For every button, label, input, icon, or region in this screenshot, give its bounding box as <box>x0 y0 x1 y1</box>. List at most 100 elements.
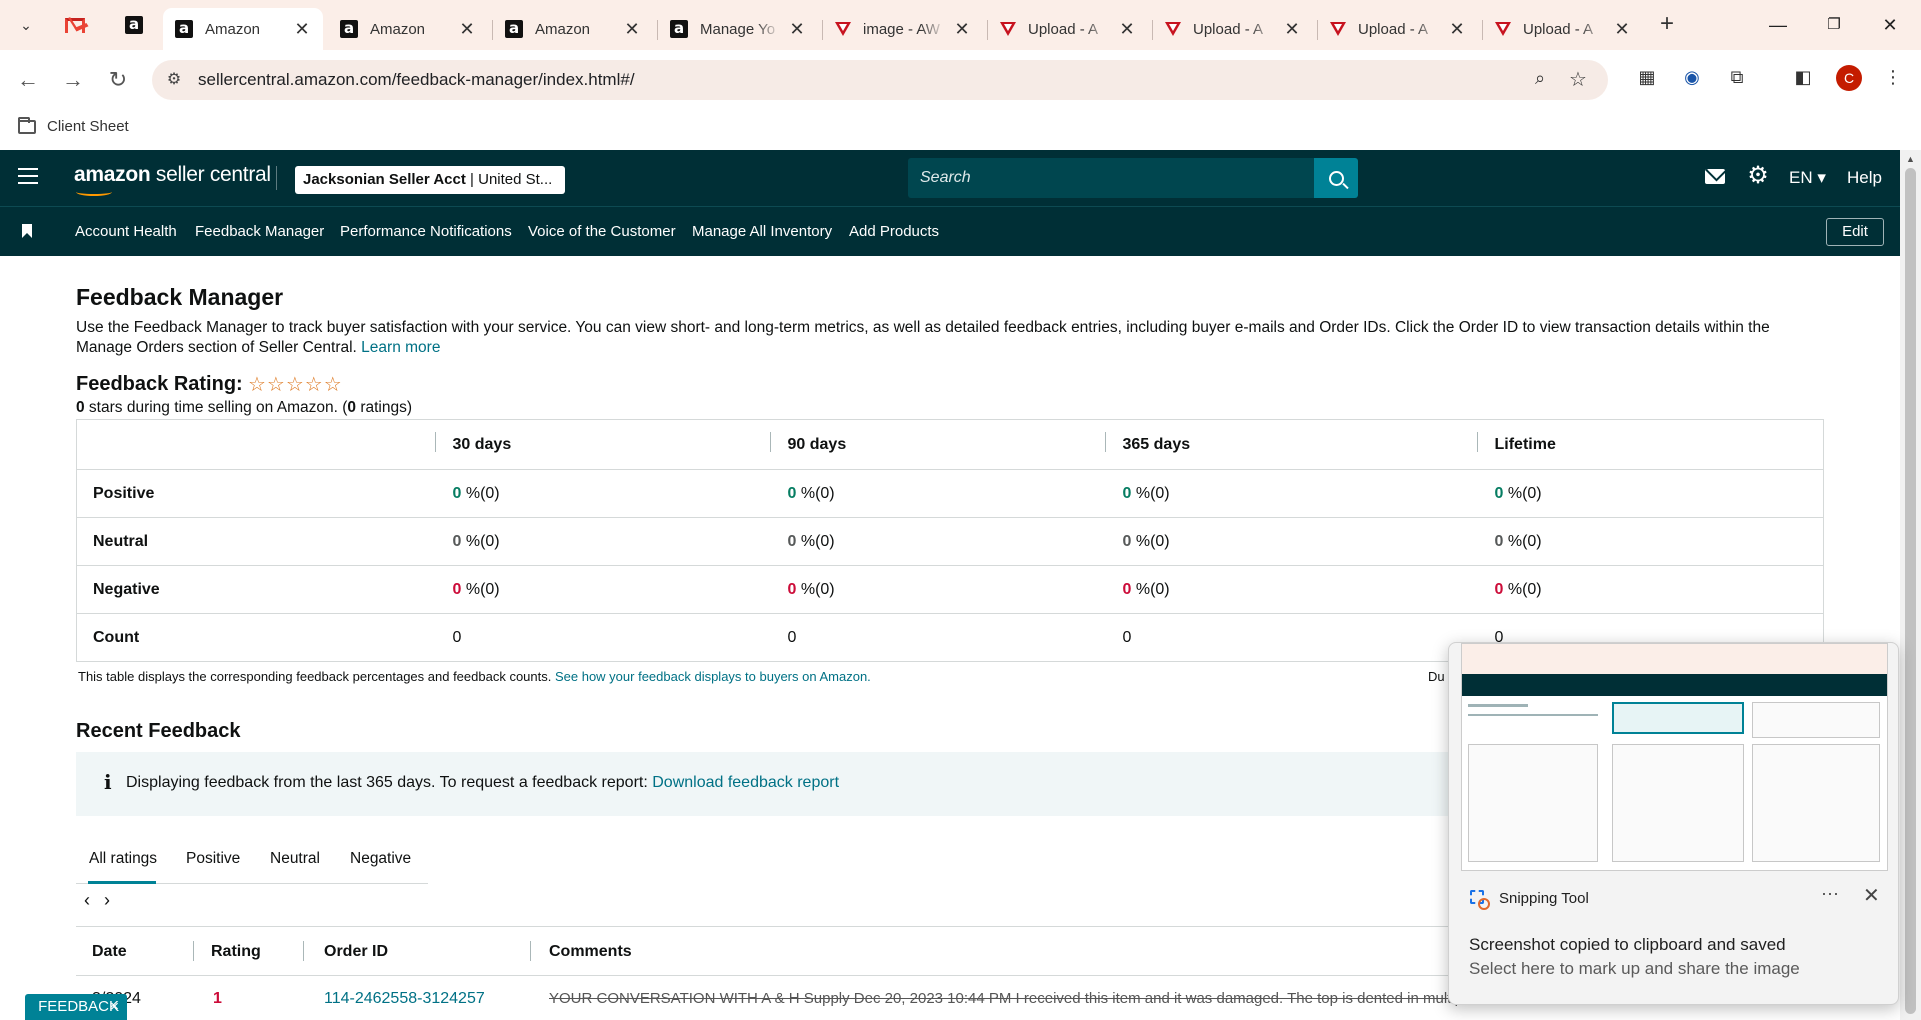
search-button[interactable] <box>1314 158 1358 198</box>
tab-image-aws[interactable]: image - AW ✕ <box>823 8 983 50</box>
close-icon[interactable]: ✕ <box>788 19 806 40</box>
tab-negative[interactable]: Negative <box>350 850 411 868</box>
bookmark-icon[interactable] <box>22 224 32 238</box>
zoom-icon[interactable]: ⌕ <box>1528 68 1552 92</box>
bookmark-client-sheet[interactable]: Client Sheet <box>18 116 129 135</box>
nav-manage-all-inventory[interactable]: Manage All Inventory <box>692 223 832 240</box>
pinned-tab-gmail[interactable] <box>61 11 89 39</box>
scroll-up-arrow-icon[interactable]: ▲ <box>1906 154 1915 164</box>
help-link[interactable]: Help <box>1847 168 1882 188</box>
bookmarks-bar: Client Sheet <box>0 110 1921 150</box>
tab-positive[interactable]: Positive <box>186 850 240 868</box>
url-text[interactable]: sellercentral.amazon.com/feedback-manage… <box>198 70 635 90</box>
feedback-label: FEEDBACK <box>38 998 119 1015</box>
qr-code-icon[interactable]: ▦ <box>1634 64 1660 90</box>
account-switcher[interactable]: Jacksonian Seller Acct | United St... <box>295 166 565 194</box>
back-button[interactable]: ← <box>14 66 42 94</box>
reload-button[interactable]: ↻ <box>104 66 132 94</box>
count-value: 0 <box>787 628 797 646</box>
due-text: Du <box>1428 669 1445 684</box>
tab-upload[interactable]: Upload - A ✕ <box>988 8 1148 50</box>
site-info-icon[interactable]: ⚙ <box>164 70 184 90</box>
tab-amazon[interactable]: a Amazon ✕ <box>493 8 653 50</box>
star-rating-icon: ☆☆☆☆☆ <box>248 374 343 396</box>
tab-search-button[interactable]: ⌄ <box>14 13 38 37</box>
hamburger-menu-icon[interactable] <box>18 168 38 184</box>
tab-upload[interactable]: Upload - A ✕ <box>1483 8 1643 50</box>
feedback-display-link[interactable]: See how your feedback displays to buyers… <box>555 669 871 684</box>
restore-button[interactable]: ❐ <box>1814 10 1854 40</box>
tab-all-ratings[interactable]: All ratings <box>89 850 157 868</box>
pagination: ‹ › <box>84 890 124 911</box>
page-scrollbar[interactable]: ▲ <box>1900 150 1921 1020</box>
side-panel-icon[interactable]: ◧ <box>1790 64 1816 90</box>
tab-upload[interactable]: Upload - A ✕ <box>1318 8 1478 50</box>
amazon-icon: a <box>175 20 193 38</box>
folder-icon <box>18 116 36 134</box>
close-icon[interactable]: ✕ <box>1613 19 1631 40</box>
menu-kebab-icon[interactable]: ⋮ <box>1880 64 1906 90</box>
tab-neutral[interactable]: Neutral <box>270 850 320 868</box>
percent-suffix: %(0) <box>796 532 835 550</box>
close-icon[interactable]: ✕ <box>1283 19 1301 40</box>
nav-performance-notifications[interactable]: Performance Notifications <box>340 223 512 240</box>
nav-feedback-manager[interactable]: Feedback Manager <box>195 223 324 240</box>
snipping-tool-icon <box>1469 889 1490 910</box>
tab-upload[interactable]: Upload - A ✕ <box>1153 8 1313 50</box>
close-icon[interactable]: ✕ <box>458 19 476 40</box>
language-selector[interactable]: EN ▾ <box>1789 168 1826 188</box>
minimize-button[interactable]: — <box>1758 10 1798 40</box>
profile-avatar[interactable]: C <box>1836 65 1862 91</box>
extensions-puzzle-icon[interactable]: ⧉ <box>1724 64 1750 90</box>
row-label: Neutral <box>93 532 149 550</box>
column-header-comments[interactable]: Comments <box>549 943 632 961</box>
close-icon[interactable]: ✕ <box>1448 19 1466 40</box>
table-row-negative: Negative 0 %(0) 0 %(0) 0 %(0) 0 %(0) <box>76 565 1824 614</box>
close-icon[interactable]: ✕ <box>1863 883 1880 908</box>
column-header-rating[interactable]: Rating <box>211 943 261 961</box>
table-cell: 0 %(0) <box>1105 518 1477 566</box>
extension-icon[interactable]: ◉ <box>1679 64 1705 90</box>
tab-amazon-active[interactable]: a Amazon ✕ <box>163 8 323 50</box>
mail-icon[interactable] <box>1705 169 1725 184</box>
table-header-row: 30 days 90 days 365 days Lifetime <box>77 420 1824 470</box>
nav-voice-of-the-customer[interactable]: Voice of the Customer <box>528 223 676 240</box>
column-divider <box>303 941 304 961</box>
browser-toolbar: ← → ↻ ⚙ sellercentral.amazon.com/feedbac… <box>0 50 1921 110</box>
chevron-right-icon[interactable]: › <box>104 890 110 910</box>
bookmark-label: Client Sheet <box>47 118 129 135</box>
new-tab-button[interactable]: + <box>1652 10 1682 40</box>
close-icon[interactable]: ✕ <box>953 19 971 40</box>
chevron-left-icon[interactable]: ‹ <box>84 890 90 910</box>
gear-icon[interactable]: ⚙ <box>1746 164 1770 188</box>
feedback-rating-label: Feedback Rating: <box>76 373 243 395</box>
window-close-button[interactable]: ✕ <box>1870 10 1910 40</box>
feedback-widget-button[interactable]: FEEDBACK × <box>25 994 127 1020</box>
close-icon[interactable]: × <box>110 994 119 1020</box>
order-id-link[interactable]: 114-2462558-3124257 <box>324 990 485 1008</box>
more-options-icon[interactable]: ··· <box>1821 883 1839 904</box>
screenshot-thumbnail[interactable] <box>1461 643 1888 871</box>
close-icon[interactable]: ✕ <box>1118 19 1136 40</box>
address-bar[interactable]: ⚙ sellercentral.amazon.com/feedback-mana… <box>152 60 1608 100</box>
download-feedback-report-link[interactable]: Download feedback report <box>652 774 839 791</box>
scrollbar-thumb[interactable] <box>1905 168 1916 1014</box>
nav-add-products[interactable]: Add Products <box>849 223 939 240</box>
tab-amazon[interactable]: a Amazon ✕ <box>328 8 488 50</box>
percent-suffix: %(0) <box>796 580 835 598</box>
edit-button[interactable]: Edit <box>1826 218 1884 246</box>
column-header-order-id[interactable]: Order ID <box>324 943 388 961</box>
snipping-tool-notification[interactable]: Snipping Tool ··· ✕ Screenshot copied to… <box>1448 642 1899 1005</box>
pinned-tab-amazon[interactable]: a <box>120 11 148 39</box>
nav-account-health[interactable]: Account Health <box>75 223 177 240</box>
close-icon[interactable]: ✕ <box>293 19 311 40</box>
search-input[interactable] <box>908 158 1332 198</box>
learn-more-link[interactable]: Learn more <box>361 339 440 356</box>
column-header-date[interactable]: Date <box>92 943 127 961</box>
forward-button[interactable]: → <box>59 66 87 94</box>
footnote-text: This table displays the corresponding fe… <box>78 669 555 684</box>
tab-manage-your[interactable]: a Manage Yo ✕ <box>658 8 818 50</box>
bookmark-star-icon[interactable]: ☆ <box>1566 67 1590 91</box>
close-icon[interactable]: ✕ <box>623 19 641 40</box>
seller-central-logo[interactable]: amazon seller central <box>74 163 271 196</box>
